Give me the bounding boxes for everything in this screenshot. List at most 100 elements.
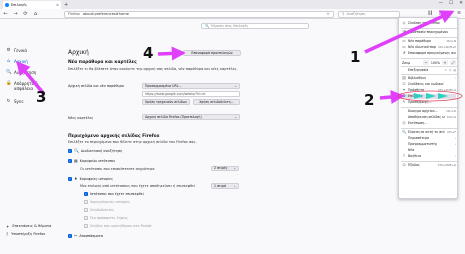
new-tabs-label: Νέες καρτέλες xyxy=(68,116,94,120)
gear-icon: ⚙ xyxy=(6,48,11,53)
copy-icon[interactable]: ⎘ xyxy=(449,68,451,72)
sidebar-link-addons[interactable]: ✦ Επεκτάσεις & θέματα xyxy=(6,224,51,229)
toolbar-icons: ∥∥ ▯ ◉ ≡ xyxy=(428,11,461,16)
menu-item-options[interactable]: ⚙ Επιλογές xyxy=(402,94,456,99)
option-label: Σελίδες που κρατήθηκαν στο Pocket xyxy=(90,224,152,228)
menu-item-new-private-window[interactable]: ▭ Νέο ιδιωτικό παράθυρο Ctrl+Shift+P xyxy=(402,45,456,50)
menu-separator xyxy=(401,58,457,59)
menu-item-print[interactable]: ⎙ Εκτύπωση… xyxy=(402,121,456,126)
highlights-visited-checkbox[interactable]: ✓ Ιστότοποι που έχετε επισκεφθεί xyxy=(84,192,144,196)
pocket-pages-checkbox[interactable]: Σελίδες που κρατήθηκαν στο Pocket xyxy=(84,224,152,228)
menu-item-label: Βιβλιοθήκη xyxy=(408,76,427,81)
web-search-checkbox[interactable]: ✓ 🔍 Διαδικτυακή αναζήτηση xyxy=(68,148,122,153)
new-tab-button[interactable]: + xyxy=(64,2,68,8)
title-bar: Επιλογές × + — ☐ ✕ xyxy=(0,0,465,9)
hamburger-menu-icon[interactable]: ≡ xyxy=(457,11,461,16)
menu-item-open-file[interactable]: Άνοιγμα αρχείου… Ctrl+O xyxy=(402,109,456,114)
close-window-button[interactable]: ✕ xyxy=(459,1,463,6)
menu-item-addons[interactable]: ✦ Πρόσθετα Ctrl+Shift+A xyxy=(402,88,456,93)
paste-icon[interactable]: ▤ xyxy=(453,68,456,72)
menu-item-help[interactable]: ? Βοήθεια › xyxy=(402,154,456,159)
top-sites-rows-select[interactable]: 2 σειρές ⌄ xyxy=(211,165,239,171)
find-placeholder: Εύρεση στις Επιλογές xyxy=(211,24,249,28)
reload-button[interactable]: ⟳ xyxy=(23,11,28,17)
sidebar-icon[interactable]: ▯ xyxy=(439,11,442,16)
sidebar-item-home[interactable]: ⌂ Αρχική xyxy=(6,59,56,64)
sponsored-stories-checkbox[interactable]: Χορηγούμενες ιστορίες xyxy=(84,200,130,204)
url-bar[interactable]: Firefox about:preferences#home ☆ xyxy=(64,10,334,18)
menu-item-more[interactable]: Περισσότερα › xyxy=(402,136,456,141)
menu-item-label: Άνοιγμα αρχείου… xyxy=(408,109,438,114)
tab-close-icon[interactable]: × xyxy=(56,3,59,7)
snippets-checkbox[interactable]: ✓ ✂ Αποσπάσματα xyxy=(68,233,103,238)
zoom-value[interactable]: 100% xyxy=(431,61,440,65)
sidebar-link-support[interactable]: ? Υποστήριξη Firefox xyxy=(6,232,45,237)
menu-item-label: Επεξεργασία xyxy=(408,68,429,73)
menu-item-web-developer[interactable]: Προγραμματιστής › xyxy=(402,142,456,147)
home-button[interactable]: ⌂ xyxy=(33,11,38,17)
top-sites-checkbox[interactable]: ✓ ▦ Κορυφαίοι ιστότοποι xyxy=(68,158,115,163)
menu-item-find[interactable]: 🔍 Εύρεση σε αυτή τη σελίδα… Ctrl+F xyxy=(402,130,456,135)
chevron-down-icon: ⌄ xyxy=(234,114,237,119)
highlights-rows-select[interactable]: 1 σειρά ⌄ xyxy=(211,183,239,189)
homepage-url-field[interactable]: https://www.google.com/webhp?hl=el xyxy=(142,91,240,97)
library-icon[interactable]: ∥∥ xyxy=(428,11,433,16)
zoom-in-button[interactable]: + xyxy=(442,60,448,65)
back-button[interactable]: ← xyxy=(3,11,8,17)
forward-button[interactable]: → xyxy=(13,11,18,17)
menu-item-save-page[interactable]: Αποθήκευση σελίδας ως… Ctrl+S xyxy=(402,115,456,120)
menu-item-exit[interactable]: ⏻ Έξοδος Ctrl+Shift+Q xyxy=(402,163,456,168)
recent-downloads-checkbox[interactable]: Πιο πρόσφατες λήψεις xyxy=(84,216,128,220)
search-icon: ⚲ xyxy=(342,12,345,16)
menu-item-sign-in[interactable]: ⎆ Σύνδεση στο Firefox xyxy=(402,21,456,26)
print-icon: ⎙ xyxy=(402,121,406,126)
tab-title: Επιλογές xyxy=(11,3,28,7)
menu-item-logins[interactable]: ⚿ Συνδέσεις και κωδικοί xyxy=(402,82,456,87)
new-tabs-select-value: Αρχική σελίδα Firefox (Προεπιλογή) xyxy=(145,114,202,119)
window-icon: ▭ xyxy=(402,39,406,44)
bookmark-star-icon[interactable]: ☆ xyxy=(326,12,330,17)
menu-shortcut: Ctrl+Shift+Q xyxy=(437,163,456,168)
minimize-button[interactable]: — xyxy=(439,1,444,6)
menu-item-label: Έξοδος xyxy=(408,163,420,168)
menu-item-customize[interactable]: ✎ Προσαρμογή… xyxy=(402,100,456,105)
cut-icon[interactable]: ✂ xyxy=(445,68,447,72)
tab-options[interactable]: Επιλογές × xyxy=(3,1,61,9)
menu-shortcut: Ctrl+S xyxy=(446,115,456,120)
url-text: about:preferences#home xyxy=(82,12,129,16)
maximize-button[interactable]: ☐ xyxy=(449,1,453,6)
search-bar[interactable]: ⚲ Αναζήτηση xyxy=(338,10,400,18)
sidebar-item-sync[interactable]: ↻ Sync xyxy=(6,99,56,104)
menu-item-label: Προστασία περιεχομένου xyxy=(408,30,449,35)
sidebar-item-general[interactable]: ⚙ Γενικά xyxy=(6,48,56,53)
zoom-out-button[interactable]: − xyxy=(422,60,429,65)
checkbox-box xyxy=(84,208,88,212)
use-bookmark-button[interactable]: Χρήση σελιδοδείκτη… xyxy=(193,99,240,105)
sidebar-item-privacy[interactable]: 🔒 Απόρρητο & ασφάλεια xyxy=(6,81,56,91)
menu-item-label: Επαναφορά προηγούμενης συνεδρίας xyxy=(408,51,456,56)
find-in-options-input[interactable]: 🔍 Εύρεση στις Επιλογές xyxy=(201,23,309,29)
menu-item-content-protection[interactable]: 🛡 Προστασία περιεχομένου xyxy=(402,30,456,35)
chevron-down-icon: ⌄ xyxy=(233,166,236,171)
use-current-pages-button[interactable]: Χρήση τρεχουσών σελίδων xyxy=(142,99,190,105)
account-icon[interactable]: ◉ xyxy=(447,11,451,16)
fullscreen-icon[interactable]: ⤢ xyxy=(450,60,456,65)
new-tabs-select[interactable]: Αρχική σελίδα Firefox (Προεπιλογή) ⌄ xyxy=(142,114,240,120)
menu-item-whats-new[interactable]: Νέα xyxy=(402,148,456,153)
sidebar-item-search[interactable]: 🔍 Αναζήτηση xyxy=(6,70,56,75)
preferences-sidebar: ⚙ Γενικά ⌂ Αρχική 🔍 Αναζήτηση 🔒 Απόρρητο… xyxy=(0,19,58,254)
menu-separator xyxy=(401,66,457,67)
option-label: Αποσπάσματα xyxy=(79,233,104,238)
highlights-checkbox[interactable]: ✓ ♦ Κορυφαίες ιστορίες xyxy=(68,176,113,181)
checkbox-box: ✓ xyxy=(68,158,72,163)
power-icon: ⏻ xyxy=(402,163,406,168)
restore-defaults-button[interactable]: Επαναφορά προεπιλογών xyxy=(183,50,241,56)
menu-item-restore-session[interactable]: ↺ Επαναφορά προηγούμενης συνεδρίας xyxy=(402,51,456,56)
chevron-right-icon: › xyxy=(454,154,456,159)
menu-item-new-window[interactable]: ▭ Νέο παράθυρο Ctrl+N xyxy=(402,39,456,44)
menu-shortcut: Ctrl+N xyxy=(446,39,456,44)
bookmarks-checkbox[interactable]: Σελιδοδείκτες xyxy=(84,208,114,212)
menu-separator xyxy=(401,161,457,162)
menu-item-library[interactable]: ∥∥ Βιβλιοθήκη › xyxy=(402,76,456,81)
homepage-select[interactable]: Προσαρμοσμένα URL... ⌄ xyxy=(142,83,240,89)
